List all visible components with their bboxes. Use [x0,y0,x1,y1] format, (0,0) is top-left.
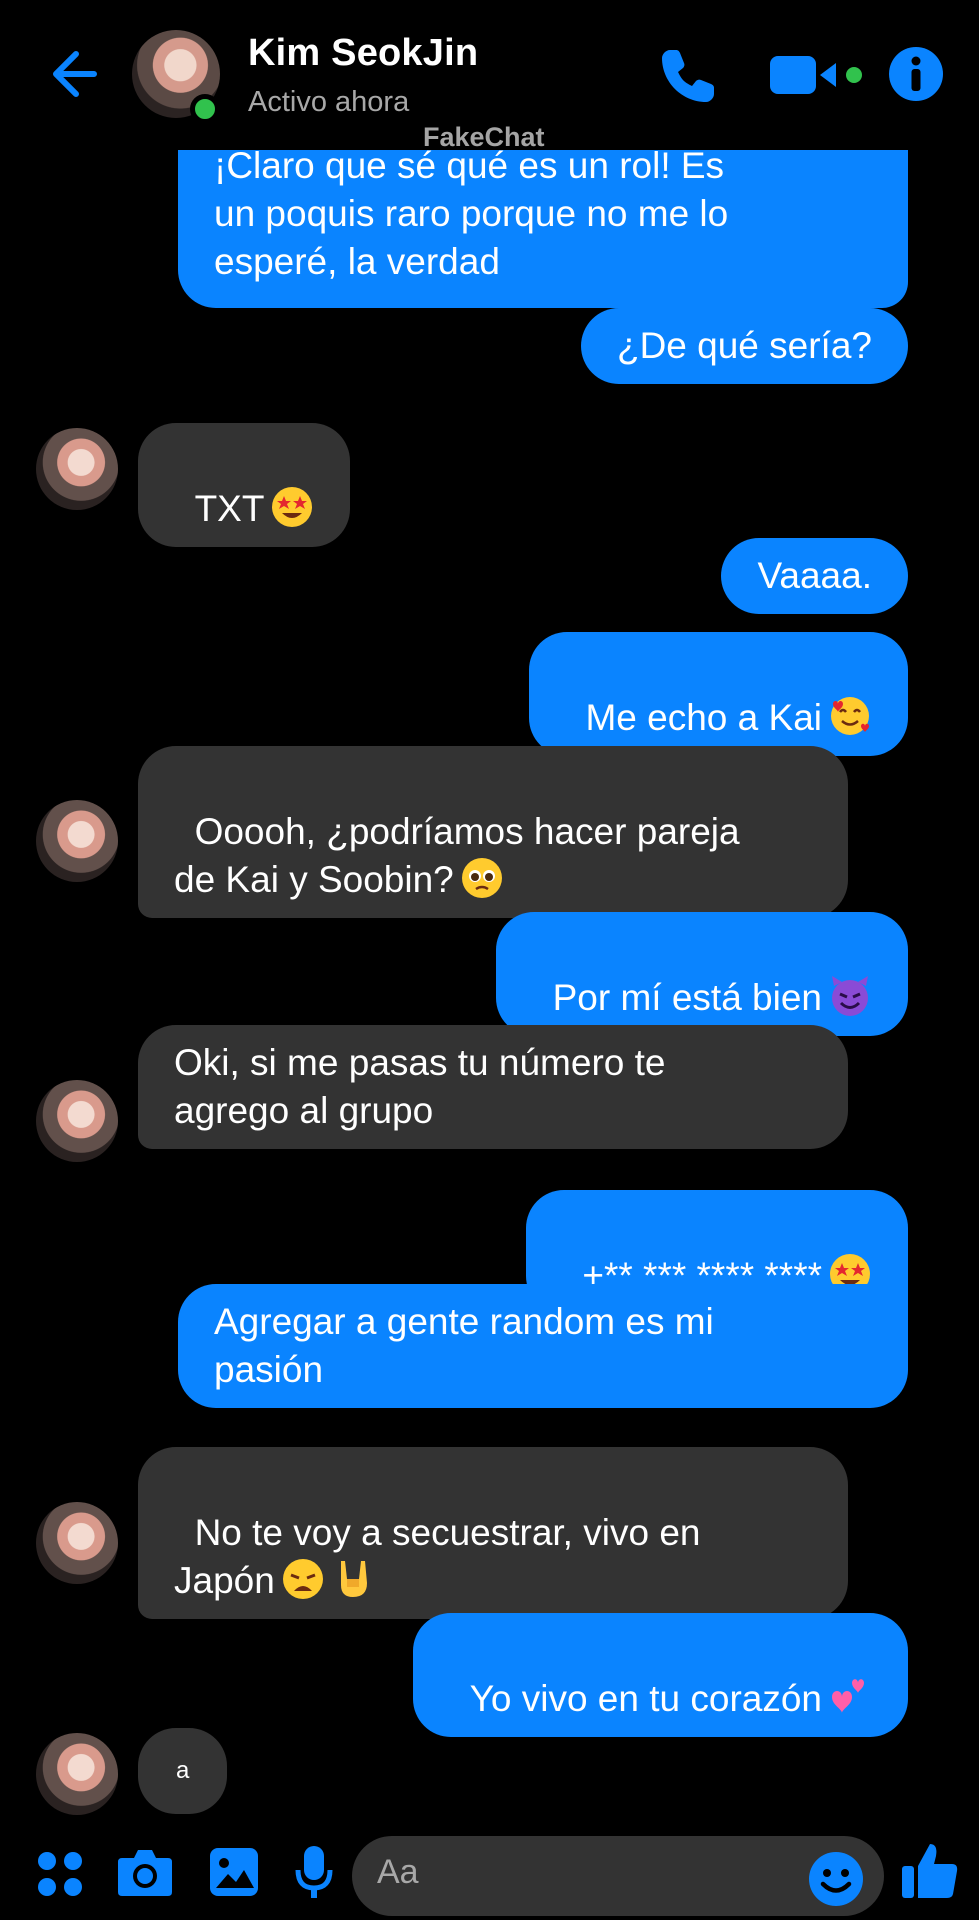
smiling-face-with-horns-emoji-icon [832,976,868,1016]
message-text: Yo vivo en tu corazón [469,1678,822,1719]
watermark: FakeChat [423,122,545,152]
menu-grid-icon[interactable] [36,1850,84,1898]
contact-avatar[interactable] [36,1080,118,1162]
microphone-icon[interactable] [294,1844,334,1902]
message-bubble-outgoing[interactable]: Yo vivo en tu corazón [413,1613,908,1737]
info-icon[interactable] [888,46,944,102]
message-bubble-outgoing[interactable]: Agregar a gente random es mi pasión [178,1284,908,1408]
contact-name[interactable]: Kim SeokJin [248,32,478,75]
message-input-placeholder: Aa [377,1853,419,1891]
message-bubble-outgoing[interactable]: Vaaaa. [721,538,908,614]
smiling-face-with-hearts-emoji-icon [831,697,869,735]
online-indicator [190,94,220,124]
message-bubble-incoming[interactable]: a [138,1728,228,1814]
message-input[interactable] [352,1836,884,1916]
message-text: No te voy a secuestrar, vivo en Japón [174,1512,701,1601]
emoji-icon[interactable] [808,1851,864,1907]
contact-avatar[interactable] [36,428,118,510]
two-hearts-emoji-icon [832,1679,864,1713]
star-struck-emoji-icon [272,487,313,527]
message-bubble-outgoing[interactable]: Por mí está bien [496,912,908,1036]
message-bubble-incoming[interactable]: Oki, si me pasas tu número te agrego al … [138,1025,848,1149]
message-text: Por mí está bien [552,977,822,1018]
message-bubble-incoming[interactable]: No te voy a secuestrar, vivo en Japón [138,1447,848,1619]
sign-of-the-horns-emoji-icon [340,1561,367,1597]
thumbs-up-icon[interactable] [900,1840,960,1902]
weary-face-emoji-icon [282,1559,323,1599]
video-camera-icon[interactable] [768,50,864,100]
message-text: Me echo a Kai [585,697,822,738]
message-bubble-outgoing[interactable]: Me echo a Kai [528,632,908,756]
contact-avatar[interactable] [36,1502,118,1584]
gallery-icon[interactable] [208,1846,260,1898]
message-bubble-outgoing[interactable]: ¿De qué sería? [580,308,908,384]
message-bubble-incoming[interactable]: TXT [138,423,351,547]
phone-icon[interactable] [656,44,720,108]
pleading-face-emoji-icon [461,858,502,898]
contact-status: Activo ahora [248,86,410,118]
camera-icon[interactable] [116,1846,174,1898]
message-text: TXT [194,488,265,529]
message-text: Ooooh, ¿podríamos hacer pareja de Kai y … [174,811,740,900]
message-bubble-incoming[interactable]: Ooooh, ¿podríamos hacer pareja de Kai y … [138,746,848,918]
contact-avatar[interactable] [36,1733,118,1815]
back-arrow-icon[interactable] [42,44,102,104]
contact-avatar[interactable] [36,800,118,882]
